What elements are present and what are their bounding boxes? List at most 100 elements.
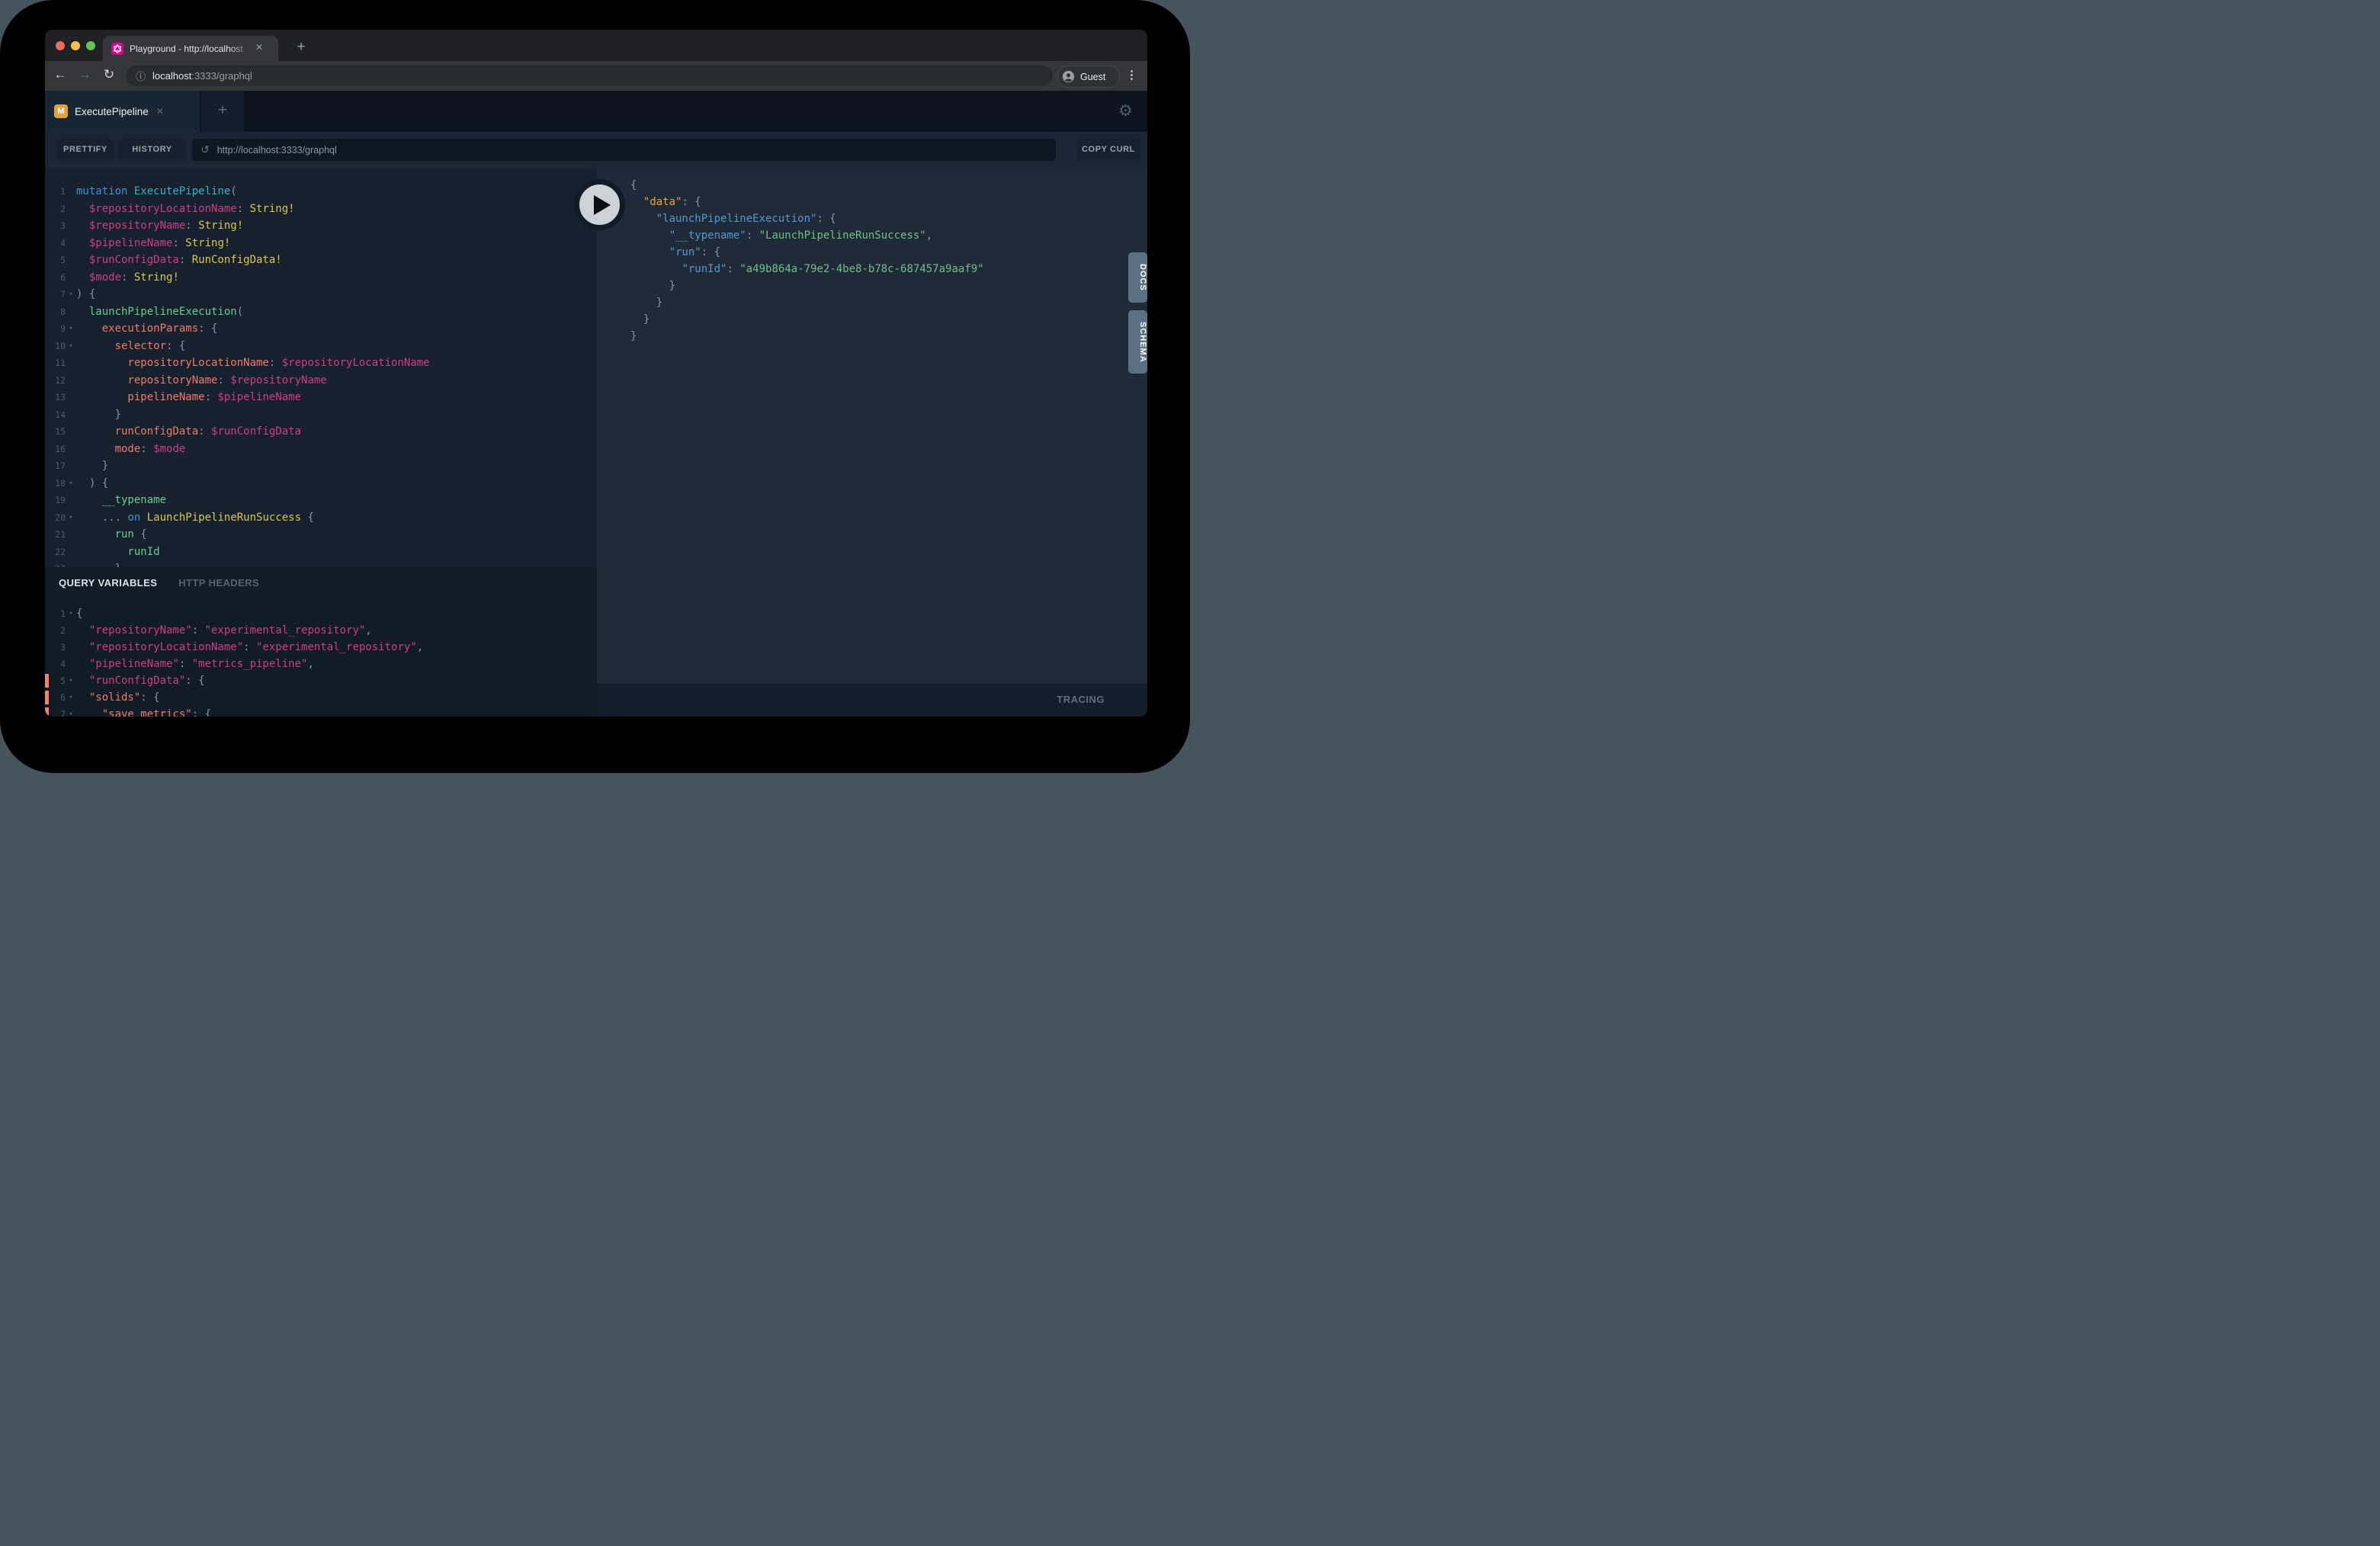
history-button[interactable]: HISTORY	[118, 139, 186, 161]
line-number: 22	[45, 544, 66, 561]
playground-main: 1mutation ExecutePipeline(2 $repositoryL…	[45, 168, 1147, 717]
docs-sidebar-tab[interactable]: DOCS	[1128, 252, 1147, 303]
code-line: 1mutation ExecutePipeline(	[45, 183, 597, 200]
new-tab-button[interactable]: +	[290, 37, 312, 58]
fold-spacer	[66, 656, 76, 672]
code-line: }	[597, 328, 984, 345]
error-marker	[45, 707, 49, 717]
browser-tab-title: Playground - http://localhost:3	[130, 43, 244, 54]
code-line: 3 "repositoryLocationName": "experimenta…	[45, 639, 423, 656]
code-line: 7▾) {	[45, 286, 597, 303]
fold-spacer	[608, 328, 620, 345]
tab-title-fade	[229, 36, 252, 61]
fold-spacer	[608, 311, 620, 328]
line-number: 3	[45, 217, 66, 235]
line-number: 19	[45, 492, 66, 509]
fold-arrow-icon[interactable]: ▾	[66, 320, 76, 338]
fold-spacer	[66, 457, 76, 475]
copy-curl-button[interactable]: COPY CURL	[1076, 139, 1140, 161]
fold-arrow-icon[interactable]: ▾	[66, 672, 76, 689]
code-line: 19 __typename	[45, 492, 597, 509]
code-line: }	[597, 294, 984, 311]
code-line: "runId": "a49b864a-79e2-4be8-b78c-687457…	[597, 261, 984, 277]
settings-gear-icon[interactable]: ⚙	[1118, 101, 1133, 120]
error-marker	[45, 691, 49, 704]
line-number: 4	[45, 235, 66, 252]
fold-arrow-icon[interactable]: ▾	[66, 475, 76, 492]
execute-play-button[interactable]	[574, 179, 625, 230]
fold-arrow-icon[interactable]: ▾	[66, 509, 76, 527]
code-line: 21 run {	[45, 526, 597, 544]
prettify-button[interactable]: PRETTIFY	[57, 139, 114, 161]
code-line: 2 $repositoryLocationName: String!	[45, 200, 597, 218]
line-number: 23	[45, 560, 66, 567]
fold-spacer	[608, 244, 620, 261]
line-number: 15	[45, 423, 66, 441]
code-line: 3 $repositoryName: String!	[45, 217, 597, 235]
tracing-bar: TRACING	[597, 684, 1147, 717]
fold-arrow-icon[interactable]: ▾	[66, 338, 76, 355]
code-line: ▾ "data": {	[597, 194, 984, 210]
fold-spacer	[66, 252, 76, 269]
fold-spacer	[66, 622, 76, 639]
new-query-tab-button[interactable]: +	[201, 91, 244, 132]
browser-menu-icon[interactable]: ⋮	[1126, 68, 1137, 82]
query-variables-pane[interactable]: QUERY VARIABLES HTTP HEADERS 1▾{2 "repos…	[45, 567, 597, 717]
schema-sidebar-tab[interactable]: SCHEMA	[1128, 310, 1147, 374]
fold-spacer	[66, 200, 76, 218]
url-text: localhost:3333/graphql	[152, 70, 252, 82]
line-number: 7	[45, 286, 66, 303]
query-tab-close-icon[interactable]: ✕	[156, 106, 164, 117]
minimize-window-button[interactable]	[71, 41, 80, 50]
tracing-toggle[interactable]: TRACING	[1057, 694, 1105, 705]
fold-arrow-icon[interactable]: ▾	[66, 689, 76, 706]
fold-spacer	[66, 303, 76, 321]
address-bar[interactable]: ⓘ localhost:3333/graphql	[126, 66, 1053, 86]
line-number: 18	[45, 475, 66, 492]
playground-tabbar: M ExecutePipeline ✕ + ⚙	[45, 91, 1147, 132]
fold-arrow-icon[interactable]: ▾	[66, 286, 76, 303]
tab-query-variables[interactable]: QUERY VARIABLES	[59, 577, 157, 589]
line-number: 17	[45, 457, 66, 475]
code-line: }	[597, 311, 984, 328]
line-number: 16	[45, 441, 66, 458]
code-line: 14 }	[45, 406, 597, 424]
variables-header: QUERY VARIABLES HTTP HEADERS	[59, 577, 259, 589]
code-line: 4 $pipelineName: String!	[45, 235, 597, 252]
profile-chip[interactable]: Guest	[1057, 66, 1120, 88]
fold-spacer	[608, 261, 620, 277]
code-line: 1▾{	[45, 605, 423, 622]
zoom-window-button[interactable]	[86, 41, 95, 50]
code-line: "__typename": "LaunchPipelineRunSuccess"…	[597, 227, 984, 244]
fold-spacer	[66, 492, 76, 509]
screenshot-stage: Playground - http://localhost:3 ✕ + ← → …	[0, 0, 1190, 773]
endpoint-input[interactable]: ↺ http://localhost:3333/graphql	[192, 139, 1056, 161]
fold-arrow-icon[interactable]: ▾	[66, 605, 76, 622]
back-button[interactable]: ←	[51, 67, 69, 82]
code-line: ▾{	[597, 177, 984, 194]
browser-navbar: ← → ↻ ⓘ localhost:3333/graphql Guest ⋮	[45, 61, 1147, 91]
browser-tab[interactable]: Playground - http://localhost:3 ✕	[103, 36, 278, 61]
tab-http-headers[interactable]: HTTP HEADERS	[178, 577, 259, 589]
code-line: 17 }	[45, 457, 597, 475]
profile-name: Guest	[1080, 72, 1105, 82]
code-line: 2 "repositoryName": "experimental_reposi…	[45, 622, 423, 639]
query-editor[interactable]: 1mutation ExecutePipeline(2 $repositoryL…	[45, 168, 597, 567]
reload-button[interactable]: ↻	[100, 67, 118, 82]
tab-close-icon[interactable]: ✕	[255, 42, 263, 53]
playground-toolbar: PRETTIFY HISTORY ↺ http://localhost:3333…	[45, 132, 1147, 168]
query-tab-executepipeline[interactable]: M ExecutePipeline ✕	[45, 91, 200, 132]
graphql-playground: M ExecutePipeline ✕ + ⚙ PRETTIFY HISTORY…	[45, 91, 1147, 717]
line-number: 5	[45, 252, 66, 269]
query-tab-title: ExecutePipeline	[75, 106, 149, 117]
forward-button[interactable]: →	[75, 67, 94, 82]
code-line: 6▾ "solids": {	[45, 689, 423, 706]
fold-arrow-icon[interactable]: ▾	[66, 706, 76, 717]
code-line: 8 launchPipelineExecution(	[45, 303, 597, 321]
fold-spacer	[66, 526, 76, 544]
site-info-icon[interactable]: ⓘ	[136, 69, 146, 83]
close-window-button[interactable]	[56, 41, 65, 50]
code-line: 18▾ ) {	[45, 475, 597, 492]
code-line: 6 $mode: String!	[45, 269, 597, 287]
fold-spacer	[66, 639, 76, 656]
